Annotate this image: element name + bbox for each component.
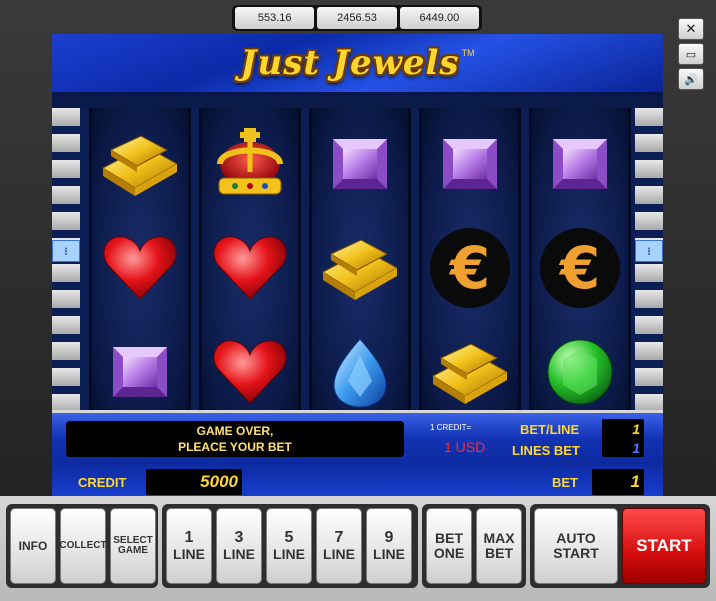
line-9-button[interactable]: 9 LINE (366, 508, 412, 584)
control-bar: INFO COLLECT SELECT GAME 1 LINE 3 LINE 5 LI… (0, 496, 716, 601)
lines-bet-value: 1 (632, 439, 640, 456)
jackpot-counters: 553.16 2456.53 6449.00 (232, 5, 482, 31)
credit-rate-label: 1 CREDIT= (430, 423, 472, 432)
game-frame: 553.16 2456.53 6449.00 ✕ ▭ 🔊 Just Jewels… (0, 0, 716, 601)
jackpot-2: 2456.53 (317, 7, 397, 29)
credit-value: 5000 (146, 469, 242, 495)
line-indicator-right: ⁝ (635, 240, 663, 262)
line-indicator-left: ⁝ (52, 240, 80, 262)
reel-1 (89, 108, 191, 426)
message-line-2: PLEACE YOUR BET (178, 440, 292, 454)
bet-one-button[interactable]: BET ONE (426, 508, 472, 584)
jackpot-1: 553.16 (235, 7, 315, 29)
amethyst-icon (532, 112, 628, 216)
bet-value: 1 (592, 469, 644, 495)
reel-3 (309, 108, 411, 426)
right-line-markers (635, 108, 663, 428)
reel-5: € (529, 108, 631, 426)
collect-button[interactable]: COLLECT (59, 508, 107, 584)
credit-label: CREDIT (78, 475, 127, 490)
sapphire-icon (312, 320, 408, 424)
window-icon: ▭ (685, 48, 697, 61)
window-mode-button[interactable]: ▭ (678, 43, 704, 65)
line-1-button[interactable]: 1 LINE (166, 508, 212, 584)
amethyst-icon (92, 320, 188, 424)
svg-text:€: € (448, 234, 490, 302)
auto-start-button[interactable]: AUTO START (534, 508, 618, 584)
reel-4: € (419, 108, 521, 426)
svg-text:€: € (558, 234, 600, 302)
game-area: Just Jewels TM ⁝ ⁝ € € GAME OVER, PLEACE… (52, 34, 663, 497)
info-button[interactable]: INFO (10, 508, 56, 584)
message-line-1: GAME OVER, (196, 424, 274, 438)
amethyst-icon (422, 112, 518, 216)
close-button[interactable]: ✕ (678, 18, 704, 40)
gold-bars-icon (312, 216, 408, 320)
line-5-button[interactable]: 5 LINE (266, 508, 312, 584)
heart-icon (92, 216, 188, 320)
crown-icon (202, 112, 298, 216)
game-title: Just Jewels (240, 43, 460, 83)
bet-label: BET (552, 475, 578, 490)
gold-bars-icon (422, 320, 518, 424)
credit-rate-value: 1 USD (444, 439, 486, 455)
sound-button[interactable]: 🔊 (678, 68, 704, 90)
start-button[interactable]: START (622, 508, 706, 584)
trademark: TM (461, 48, 475, 58)
line-7-button[interactable]: 7 LINE (316, 508, 362, 584)
heart-icon (202, 320, 298, 424)
line-3-button[interactable]: 3 LINE (216, 508, 262, 584)
jackpot-3: 6449.00 (399, 7, 479, 29)
message-box: GAME OVER, PLEACE YOUR BET (66, 421, 404, 457)
title-banner: Just Jewels TM (52, 34, 663, 95)
emerald-icon (532, 320, 628, 424)
gold-bars-icon (92, 112, 188, 216)
max-bet-button[interactable]: MAX BET (476, 508, 522, 584)
euro-icon: € (532, 216, 628, 320)
close-icon: ✕ (685, 21, 697, 36)
info-panel: GAME OVER, PLEACE YOUR BET 1 CREDIT= 1 U… (52, 410, 663, 497)
bet-line-display: 1 1 (602, 419, 644, 457)
speaker-icon: 🔊 (684, 73, 698, 86)
bet-line-value: 1 (632, 420, 640, 437)
euro-icon: € (422, 216, 518, 320)
lines-bet-label: LINES BET (512, 443, 580, 458)
amethyst-icon (312, 112, 408, 216)
select-game-button[interactable]: SELECT GAME (110, 508, 156, 584)
bet-line-label: BET/LINE (520, 422, 580, 437)
left-line-markers (52, 108, 80, 428)
reel-2 (199, 108, 301, 426)
heart-icon (202, 216, 298, 320)
